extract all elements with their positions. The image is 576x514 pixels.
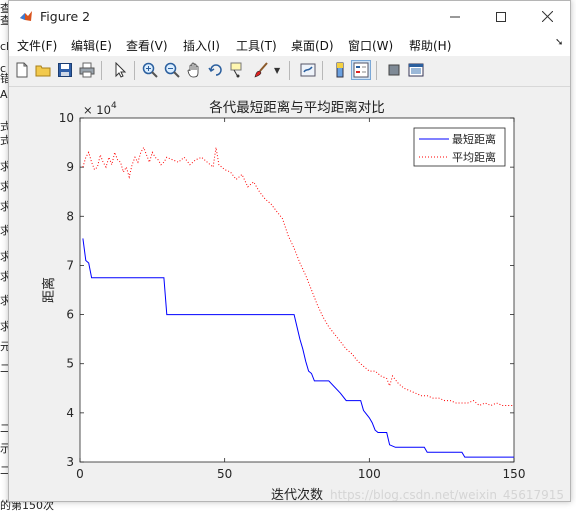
dock-arrow-icon[interactable]: ➘ (555, 37, 563, 48)
chart-title: 各代最短距离与平均距离对比 (209, 99, 385, 116)
figure-toolbar: ▼ (9, 56, 570, 87)
y-tick-label: 5 (66, 357, 74, 371)
hide-plot-tools-icon (388, 64, 400, 76)
data-cursor-icon (230, 62, 242, 78)
legend-label-avg: 平均距离 (452, 150, 496, 164)
menu-insert[interactable]: 插入(I) (183, 37, 220, 54)
figure-window: Figure 2 文件(F) 编辑(E) 查看(V) 插入(I) 工具(T) 桌… (8, 0, 571, 503)
x-tick-label: 50 (217, 467, 232, 481)
pan-icon (187, 62, 199, 78)
toolbar-separator (134, 61, 135, 80)
y-tick-label: 4 (66, 406, 74, 420)
close-icon (541, 11, 553, 22)
pan-button[interactable] (184, 60, 204, 80)
legend-button[interactable] (351, 60, 371, 80)
plot-area: 各代最短距离与平均距离对比 × 104 迭代次数 距离 0 50 100 150 3 4 5… (9, 87, 570, 503)
menu-bar: 文件(F) 编辑(E) 查看(V) 插入(I) 工具(T) 桌面(D) 窗口(W… (9, 32, 570, 56)
legend: 最短距离 平均距离 (413, 127, 506, 167)
new-figure-icon (16, 62, 28, 78)
menu-file[interactable]: 文件(F) (17, 37, 57, 54)
toolbar-separator (376, 61, 377, 80)
link-plot-icon (300, 63, 316, 77)
menu-window[interactable]: 窗口(W) (348, 37, 393, 54)
title-bar[interactable]: Figure 2 (9, 1, 570, 32)
rotate-3d-icon (208, 64, 222, 76)
x-axis-label: 迭代次数 (271, 487, 323, 501)
pointer-icon (115, 62, 127, 78)
watermark: https://blog.csdn.net/weixin_45617915 (330, 488, 564, 501)
toolbar-separator (322, 61, 323, 80)
link-plot-button[interactable] (298, 60, 318, 80)
menu-tools[interactable]: 工具(T) (236, 37, 277, 54)
y-tick-label: 10 (59, 111, 74, 125)
colorbar-icon (336, 62, 344, 78)
menu-desktop[interactable]: 桌面(D) (291, 37, 334, 54)
maximize-icon (496, 11, 506, 22)
legend-icon (353, 62, 369, 78)
brush-icon (254, 62, 268, 78)
legend-label-min: 最短距离 (452, 132, 496, 146)
x-tick-label: 0 (76, 467, 84, 481)
window-title: Figure 2 (40, 9, 91, 24)
show-plot-tools-button[interactable] (406, 60, 426, 80)
y-axis-label: 距离 (41, 277, 57, 303)
open-file-button[interactable] (33, 60, 53, 80)
colorbar-button[interactable] (330, 60, 350, 80)
pointer-button[interactable] (110, 60, 130, 80)
y-tick-label: 3 (66, 455, 74, 469)
menu-help[interactable]: 帮助(H) (409, 37, 451, 54)
chart: 各代最短距离与平均距离对比 × 104 迭代次数 距离 0 50 100 150 3 4 5… (41, 99, 564, 503)
minimize-button[interactable] (432, 1, 478, 32)
brush-button[interactable] (251, 60, 271, 80)
toolbar-separator (101, 61, 102, 80)
zoom-out-button[interactable] (162, 60, 182, 80)
y-tick-label: 7 (66, 258, 74, 272)
matlab-app-icon (20, 11, 32, 21)
toolbar-separator (289, 61, 290, 80)
menu-view[interactable]: 查看(V) (126, 37, 168, 54)
y-tick-label: 6 (66, 308, 74, 322)
zoom-in-button[interactable] (140, 60, 160, 80)
open-file-icon (35, 65, 51, 77)
new-figure-button[interactable] (12, 60, 32, 80)
save-icon (58, 63, 72, 77)
close-button[interactable] (524, 1, 570, 32)
minimize-icon (450, 16, 460, 17)
zoom-out-icon (164, 62, 180, 78)
show-plot-tools-icon (408, 63, 424, 77)
zoom-in-icon (142, 62, 158, 78)
print-icon (79, 62, 95, 78)
axes-box (79, 117, 515, 463)
maximize-button[interactable] (478, 1, 524, 32)
hide-plot-tools-button[interactable] (384, 60, 404, 80)
x-tick-label: 100 (358, 467, 381, 481)
y-tick-label: 9 (66, 160, 74, 174)
x-tick-label: 150 (503, 467, 526, 481)
save-button[interactable] (55, 60, 75, 80)
rotate-3d-button[interactable] (206, 60, 226, 80)
data-cursor-button[interactable] (228, 60, 248, 80)
print-button[interactable] (77, 60, 97, 80)
y-tick-label: 8 (66, 209, 74, 223)
brush-dropdown-icon[interactable]: ▼ (274, 66, 280, 75)
menu-edit[interactable]: 编辑(E) (71, 37, 112, 54)
y-multiplier: × 104 (83, 101, 117, 117)
